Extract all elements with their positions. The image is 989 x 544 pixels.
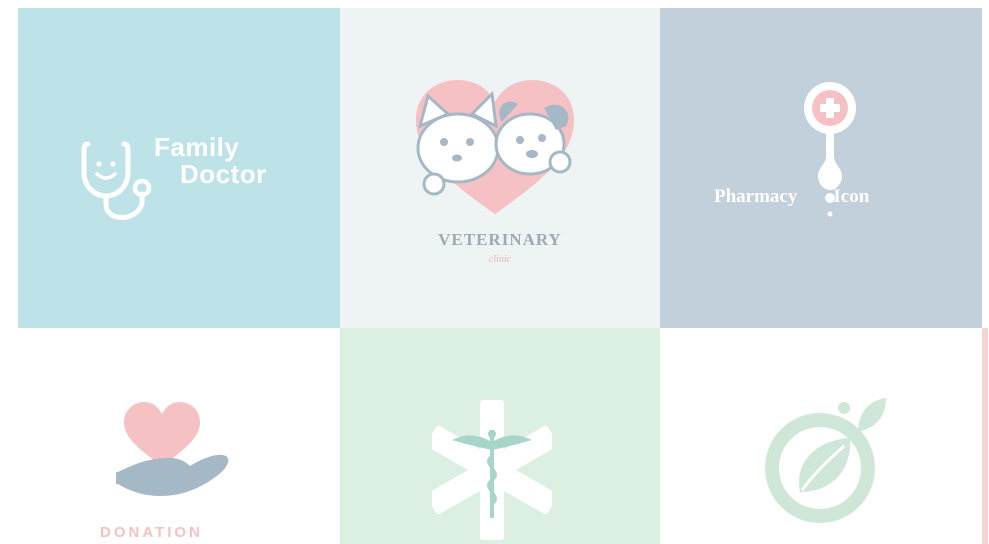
veterinary-subtitle: clinic: [488, 254, 512, 265]
pharmacy-tile: Pharmacy Icon: [660, 8, 982, 328]
veterinary-title: VETERINARY: [438, 230, 562, 249]
family-doctor-line2: Doctor: [180, 159, 267, 189]
edge-stripe: [982, 328, 988, 544]
medical-tile: [340, 328, 660, 544]
leaf-circle-icon: [765, 398, 886, 523]
pharmacy-logotype: Pharmacy Icon: [714, 186, 869, 208]
stethoscope-smile-icon: [81, 141, 152, 220]
pharmacy-word1: Pharmacy: [714, 186, 798, 207]
hand-holding-heart-icon: [116, 402, 229, 496]
donation-tile: DONATION: [18, 328, 340, 544]
family-doctor-tile: Family Doctor: [18, 8, 340, 328]
star-of-life-caduceus-icon: [432, 400, 552, 540]
family-doctor-logotype: Family Doctor: [154, 134, 267, 188]
cat-dog-heart-icon: [416, 80, 574, 214]
organic-tile: [660, 328, 982, 544]
donation-title: DONATION: [100, 524, 203, 541]
veterinary-tile: VETERINARY clinic: [340, 8, 660, 328]
pharmacy-word2: Icon: [833, 186, 870, 207]
family-doctor-line1: Family: [154, 132, 240, 162]
